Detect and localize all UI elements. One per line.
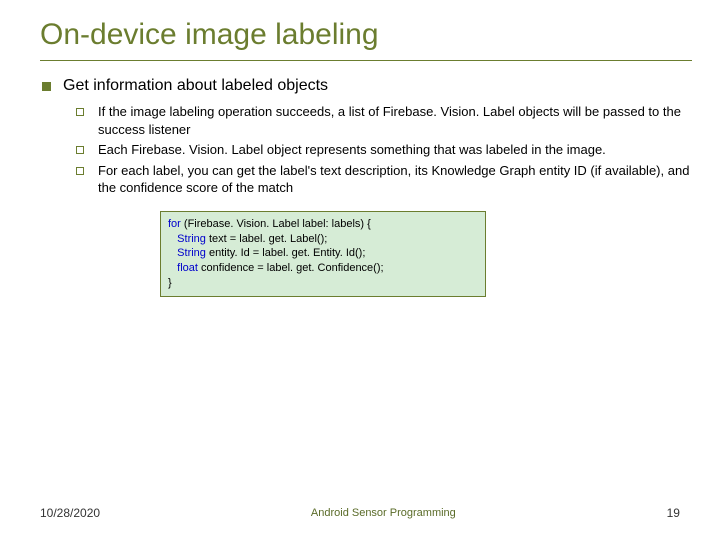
code-text: entity. Id = label. get. Entity. Id(); — [206, 247, 365, 259]
section-heading: Get information about labeled objects — [63, 77, 328, 95]
list-item: For each label, you can get the label's … — [76, 162, 692, 197]
code-line: String text = label. get. Label(); — [168, 232, 478, 247]
bullet-square-icon — [42, 82, 51, 91]
list-item: If the image labeling operation succeeds… — [76, 103, 692, 138]
keyword: String — [177, 233, 206, 245]
code-line: float confidence = label. get. Confidenc… — [168, 261, 478, 276]
list-item-text: If the image labeling operation succeeds… — [98, 103, 692, 138]
code-block: for (Firebase. Vision. Label label: labe… — [160, 211, 486, 297]
section-bullet: Get information about labeled objects — [42, 77, 692, 95]
list-item: Each Firebase. Vision. Label object repr… — [76, 141, 692, 159]
code-text: confidence = label. get. Confidence(); — [198, 262, 384, 274]
code-line: for (Firebase. Vision. Label label: labe… — [168, 217, 478, 232]
bullet-outline-icon — [76, 146, 84, 154]
page-number: 19 — [667, 506, 680, 520]
slide-title: On-device image labeling — [40, 18, 692, 61]
bullet-outline-icon — [76, 108, 84, 116]
code-line: } — [168, 276, 478, 291]
slide: On-device image labeling Get information… — [0, 0, 720, 540]
code-line: String entity. Id = label. get. Entity. … — [168, 246, 478, 261]
list-item-text: Each Firebase. Vision. Label object repr… — [98, 141, 606, 159]
code-text: text = label. get. Label(); — [206, 233, 327, 245]
keyword: String — [177, 247, 206, 259]
bullet-outline-icon — [76, 167, 84, 175]
footer-title: Android Sensor Programming — [311, 507, 456, 519]
footer-date: 10/28/2020 — [40, 506, 100, 520]
code-text: (Firebase. Vision. Label label: labels) … — [181, 218, 371, 230]
footer: 10/28/2020 Android Sensor Programming 19 — [0, 506, 720, 520]
list-item-text: For each label, you can get the label's … — [98, 162, 692, 197]
keyword: for — [168, 218, 181, 230]
keyword: float — [177, 262, 198, 274]
